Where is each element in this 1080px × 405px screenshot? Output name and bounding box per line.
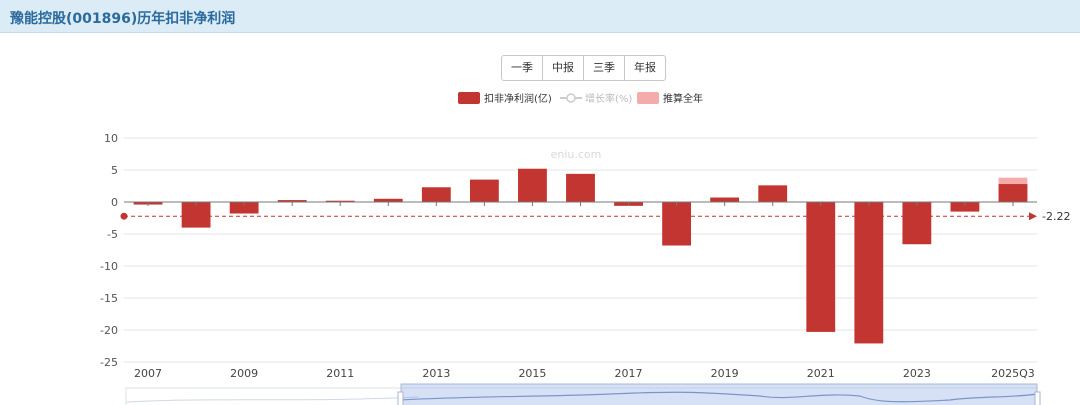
zoom-handle-left bbox=[397, 391, 404, 405]
y-tick-label: 0 bbox=[111, 196, 118, 209]
legend-label-estimate: 推算全年 bbox=[663, 92, 703, 105]
bar bbox=[710, 197, 740, 202]
bar bbox=[662, 202, 692, 246]
y-tick-label: -20 bbox=[100, 324, 118, 337]
bar bbox=[854, 202, 884, 344]
y-tick-label: -5 bbox=[107, 228, 118, 241]
x-tick-label: 2023 bbox=[903, 367, 931, 380]
y-tick-label: -10 bbox=[100, 260, 118, 273]
x-tick-label: 2025Q3 bbox=[991, 367, 1035, 380]
zoom-selection bbox=[400, 383, 1038, 405]
bar bbox=[806, 202, 836, 332]
legend-swatch-estimate bbox=[637, 92, 659, 104]
y-tick-label: -25 bbox=[100, 356, 118, 369]
y-tick-label: 10 bbox=[104, 132, 118, 145]
x-tick-label: 2021 bbox=[807, 367, 835, 380]
y-tick-label: -15 bbox=[100, 292, 118, 305]
bar bbox=[518, 168, 547, 202]
x-tick-label: 2019 bbox=[711, 367, 739, 380]
bar bbox=[469, 179, 499, 202]
x-tick-label: 2009 bbox=[230, 367, 258, 380]
legend-label-growth: 增长率(%) bbox=[585, 92, 632, 105]
bar bbox=[902, 202, 932, 245]
x-tick-label: 2011 bbox=[326, 367, 354, 380]
profit-bar-chart: eniu.com 10 5 0 -5 -10 -15 -20 -25 2007 2009 2011 2… bbox=[100, 92, 1070, 405]
bar bbox=[998, 184, 1028, 202]
zoom-handle-right bbox=[1034, 391, 1041, 405]
legend-swatch-profit bbox=[458, 92, 480, 104]
mark-line-arrow bbox=[1029, 212, 1037, 221]
x-tick-label: 2015 bbox=[518, 367, 546, 380]
x-tick-label: 2017 bbox=[615, 367, 643, 380]
watermark: eniu.com bbox=[551, 148, 602, 161]
bar bbox=[758, 185, 788, 202]
x-tick-label: 2007 bbox=[134, 367, 162, 380]
mark-line-label: -2.22 bbox=[1042, 210, 1070, 223]
legend-label-profit: 扣非净利润(亿) bbox=[484, 92, 552, 105]
y-tick-label: 5 bbox=[111, 164, 118, 177]
bar bbox=[566, 173, 595, 202]
x-tick-label: 2013 bbox=[422, 367, 450, 380]
bar bbox=[421, 187, 451, 202]
legend-marker-growth bbox=[566, 93, 576, 103]
